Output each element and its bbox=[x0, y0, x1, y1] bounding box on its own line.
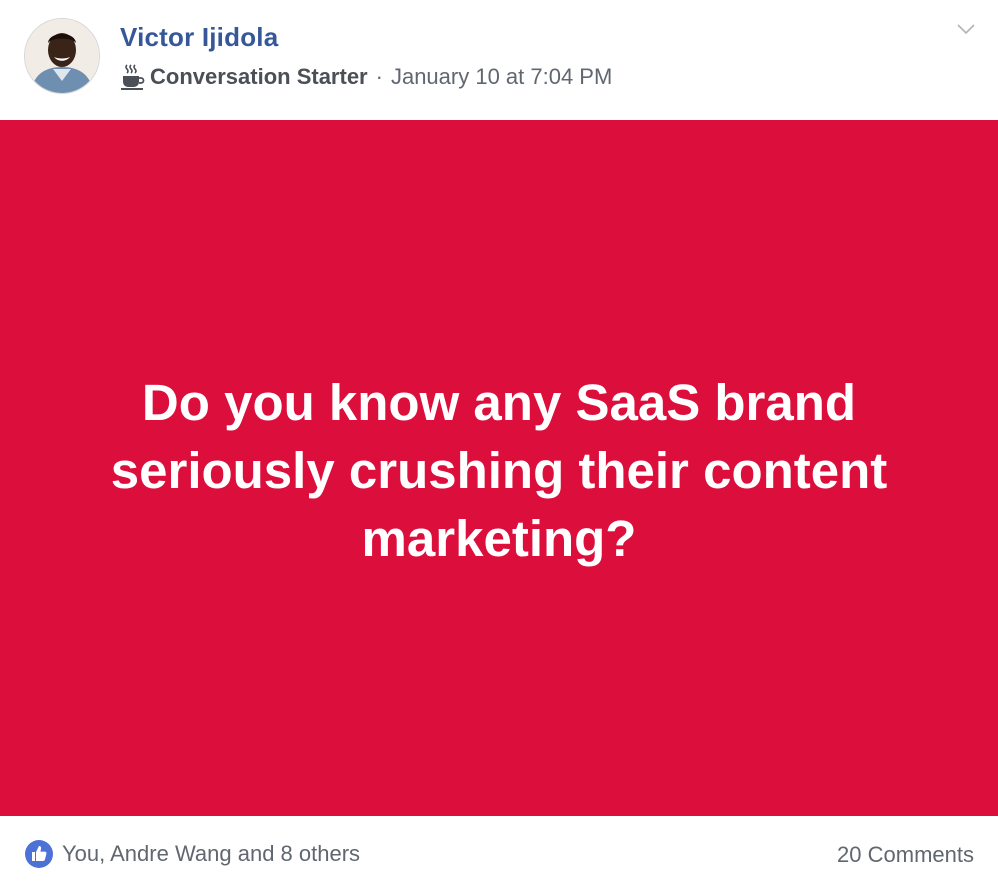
facebook-post: Victor Ijidola Conversation Starter · Ja… bbox=[0, 0, 998, 894]
post-header: Victor Ijidola Conversation Starter · Ja… bbox=[0, 0, 998, 120]
post-meta: Conversation Starter · January 10 at 7:0… bbox=[120, 62, 612, 92]
post-timestamp[interactable]: January 10 at 7:04 PM bbox=[391, 64, 612, 90]
likes-text: You, Andre Wang and 8 others bbox=[62, 841, 361, 866]
chevron-down-icon[interactable] bbox=[954, 20, 978, 38]
thumbs-up-icon bbox=[24, 839, 54, 869]
author-name[interactable]: Victor Ijidola bbox=[120, 22, 278, 53]
avatar-image bbox=[25, 19, 99, 93]
meta-separator: · bbox=[375, 64, 383, 89]
badge-label[interactable]: Conversation Starter bbox=[150, 64, 368, 90]
comments-count[interactable]: 20 Comments bbox=[837, 842, 974, 868]
reactions-summary[interactable]: You, Andre Wang and 8 others bbox=[24, 838, 360, 870]
avatar[interactable] bbox=[24, 18, 100, 94]
coffee-cup-icon bbox=[120, 63, 146, 91]
post-text: Do you know any SaaS brand seriously cru… bbox=[110, 374, 888, 567]
post-background: Do you know any SaaS brand seriously cru… bbox=[0, 120, 998, 816]
post-footer: You, Andre Wang and 8 others 20 Comments bbox=[0, 816, 998, 894]
